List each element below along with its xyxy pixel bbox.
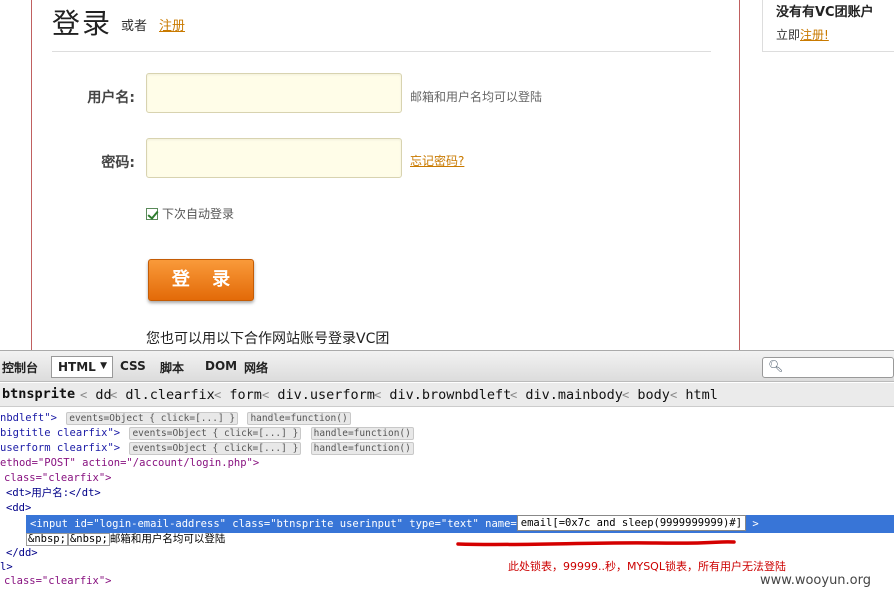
watermark: www.wooyun.org <box>760 573 872 588</box>
login-page: 登录 或者 注册 用户名: 邮箱和用户名均可以登陆 密码: 忘记密码? 下次自动… <box>0 0 894 350</box>
breadcrumb-item[interactable]: body <box>637 387 670 403</box>
breadcrumb-item[interactable]: html <box>685 387 718 403</box>
login-button[interactable]: 登 录 <box>148 259 254 301</box>
events-badge[interactable]: events=Object { click=[...] } <box>66 412 239 425</box>
selected-dom-line[interactable]: <input id="login-email-address" class="b… <box>26 515 894 533</box>
breadcrumb-item[interactable]: div.mainbody <box>525 387 623 403</box>
username-label: 用户名: <box>87 90 135 106</box>
remember-label: 下次自动登录 <box>162 207 235 221</box>
firebug-toolbar: 控制台 HTML ▼ CSS 脚本 DOM 网络 🔍︎ <box>0 350 894 382</box>
tab-console[interactable]: 控制台 <box>2 359 38 376</box>
dom-line[interactable]: bigtitle clearfix"> events=Object { clic… <box>0 426 414 440</box>
dom-line[interactable]: </dd> <box>6 546 38 560</box>
handler-badge[interactable]: handle=function() <box>310 442 414 455</box>
register-link[interactable]: 注册 <box>159 15 185 34</box>
tab-html-label: HTML <box>58 360 96 374</box>
tab-script[interactable]: 脚本 <box>160 359 184 376</box>
username-input[interactable] <box>146 73 402 113</box>
html-panel: nbdleft"> events=Object { click=[...] } … <box>0 408 894 592</box>
sidebar-prefix: 立即 <box>776 28 801 42</box>
forgot-password-link[interactable]: 忘记密码? <box>410 152 464 169</box>
red-underline-annotation <box>456 540 736 547</box>
dom-line[interactable]: userform clearfix"> events=Object { clic… <box>0 441 414 455</box>
register-sidebar: 没有有VC团账户 立即注册! <box>762 0 894 52</box>
handler-badge[interactable]: handle=function() <box>310 427 414 440</box>
breadcrumb-item[interactable]: btnsprite <box>2 386 75 402</box>
password-input[interactable] <box>146 138 402 178</box>
sidebar-register-line: 立即注册! <box>776 26 829 43</box>
events-badge[interactable]: events=Object { click=[...] } <box>129 427 302 440</box>
partner-login-text: 您也可以用以下合作网站账号登录VC团 <box>146 331 390 347</box>
attribute-edit-field[interactable]: email[=0x7c and sleep(9999999999)#] <box>516 515 747 531</box>
or-label: 或者 <box>121 19 148 34</box>
tab-dom[interactable]: DOM <box>205 359 237 373</box>
dom-line[interactable]: <dt>用户名:</dt> <box>6 486 101 500</box>
handler-badge[interactable]: handle=function() <box>247 412 351 425</box>
chevron-down-icon[interactable]: ▼ <box>100 361 107 371</box>
breadcrumb-item[interactable]: div.userform <box>277 387 375 403</box>
dom-line[interactable]: &nbsp; &nbsp; 邮箱和用户名均可以登陆 <box>26 532 225 546</box>
title-divider <box>52 51 711 52</box>
page-title: 登录 <box>52 7 113 40</box>
remember-me[interactable]: 下次自动登录 <box>146 205 234 222</box>
password-label: 密码: <box>101 155 135 171</box>
remember-checkbox[interactable] <box>146 207 158 220</box>
events-badge[interactable]: events=Object { click=[...] } <box>129 442 302 455</box>
dom-line[interactable]: class="clearfix"> <box>4 471 111 485</box>
magnifier-icon: 🔍︎ <box>768 359 784 373</box>
dom-line[interactable]: class="clearfix"> <box>4 574 111 588</box>
breadcrumb-item[interactable]: form <box>229 387 262 403</box>
tab-css[interactable]: CSS <box>120 359 146 373</box>
breadcrumb-item[interactable]: div.brownbdleft <box>389 387 511 403</box>
breadcrumb-item[interactable]: dl.clearfix <box>125 387 214 403</box>
tab-network[interactable]: 网络 <box>244 359 268 376</box>
dom-line[interactable]: l> <box>0 560 13 574</box>
username-hint: 邮箱和用户名均可以登陆 <box>410 90 543 104</box>
search-input[interactable]: 🔍︎ <box>762 357 894 378</box>
breadcrumb: btnsprite < dd < dl.clearfix < form < di… <box>0 383 894 407</box>
sidebar-title: 没有有VC团账户 <box>776 5 874 20</box>
dom-line[interactable]: nbdleft"> events=Object { click=[...] } … <box>0 411 351 425</box>
annotation-note: 此处锁表，99999..秒，MYSQL锁表，所有用户无法登陆 <box>508 560 786 573</box>
dom-line[interactable]: ethod="POST" action="/account/login.php"… <box>0 456 259 470</box>
tab-html[interactable]: HTML ▼ <box>51 356 113 378</box>
dom-line[interactable]: <dd> <box>6 501 31 515</box>
sidebar-register-link[interactable]: 注册! <box>800 28 829 42</box>
